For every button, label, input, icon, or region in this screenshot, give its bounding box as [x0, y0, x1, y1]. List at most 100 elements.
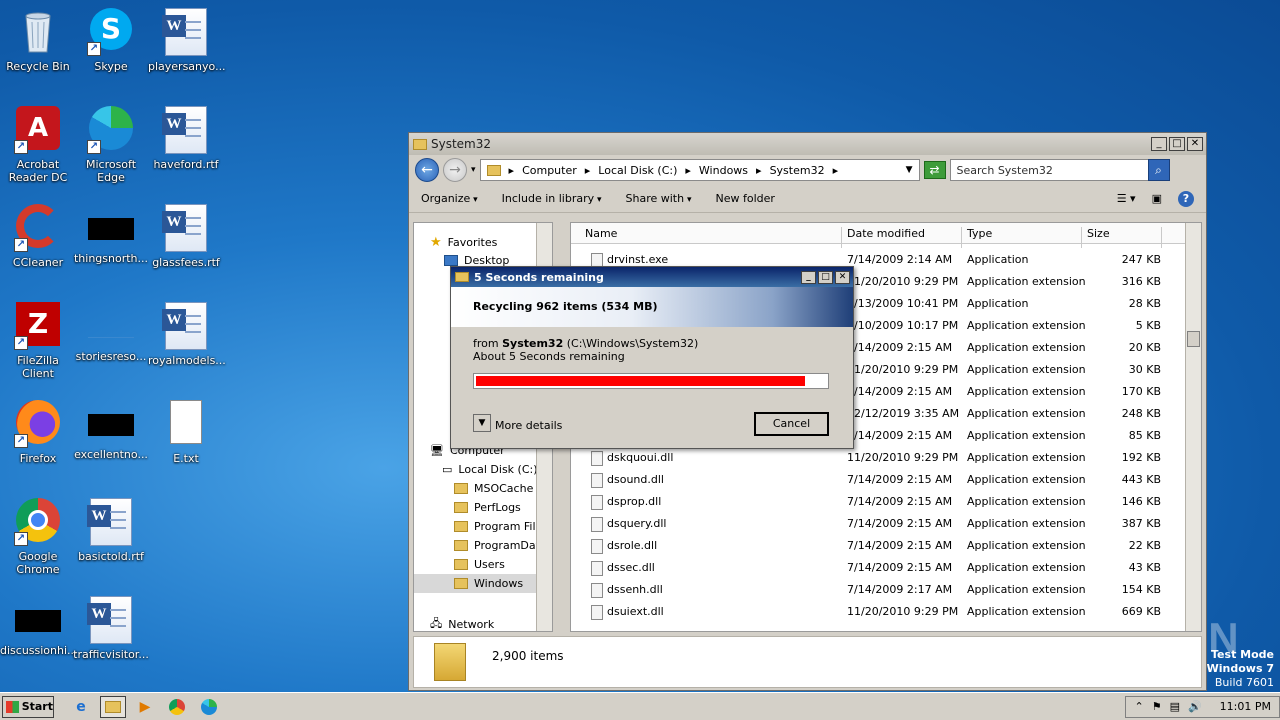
column-type[interactable]: Type — [967, 227, 992, 240]
breadcrumb-local-disk[interactable]: Local Disk (C:) — [598, 164, 677, 177]
trafficvisitor-shortcut[interactable]: W trafficvisitor... — [73, 596, 149, 661]
minimize-button[interactable]: _ — [1151, 137, 1167, 151]
storiesreso-shortcut[interactable]: storiesreso... — [73, 302, 149, 363]
file-scrollbar[interactable] — [1185, 223, 1201, 631]
nav-folder-selected[interactable]: Windows — [414, 574, 538, 593]
breadcrumb-computer[interactable]: Computer — [522, 164, 577, 177]
view-options-icon[interactable]: ☰ ▾ — [1117, 192, 1136, 205]
start-button[interactable]: Start — [2, 695, 54, 718]
search-input[interactable]: Search System32 ⌕ — [949, 159, 1170, 181]
include-in-library-menu[interactable]: Include in library — [502, 192, 602, 205]
excellentno-shortcut[interactable]: excellentno... — [73, 400, 149, 461]
explorer-taskbar-icon[interactable] — [100, 695, 126, 718]
refresh-button[interactable]: ⇄ — [923, 161, 946, 179]
address-dropdown-icon[interactable]: ▼ — [906, 165, 913, 175]
share-with-menu[interactable]: Share with — [626, 192, 692, 205]
action-center-icon[interactable]: ⚑ — [1152, 700, 1162, 713]
recent-pages-icon[interactable]: ▾ — [471, 165, 476, 175]
ccleaner-shortcut[interactable]: ↗ CCleaner — [0, 204, 76, 269]
source-path: (C:\Windows\System32) — [566, 337, 699, 350]
maximize-button[interactable]: □ — [1169, 137, 1185, 151]
nav-folder[interactable]: Program Files — [454, 520, 548, 533]
chevron-right-icon[interactable]: ▸ — [685, 164, 691, 177]
file-row[interactable]: dskquoui.dll 11/20/2010 9:29 PM Applicatio… — [571, 446, 1185, 468]
column-date[interactable]: Date modified — [847, 227, 925, 240]
breadcrumb[interactable]: ▸ Computer ▸ Local Disk (C:) ▸ Windows ▸… — [479, 159, 920, 181]
os-label: Windows 7 — [1206, 662, 1274, 675]
edge-taskbar-icon[interactable] — [196, 696, 222, 718]
file-row[interactable]: dsrole.dll 7/14/2009 2:15 AM Application e… — [571, 534, 1185, 556]
nav-folder[interactable]: Users — [454, 558, 505, 571]
basictold-shortcut[interactable]: W basictold.rtf — [73, 498, 149, 563]
firefox-shortcut[interactable]: ↗ Firefox — [0, 400, 76, 465]
show-hidden-icons[interactable]: ⌃ — [1134, 700, 1143, 713]
nav-favorites[interactable]: ★ Favorites — [430, 235, 497, 250]
breadcrumb-windows[interactable]: Windows — [699, 164, 748, 177]
clock[interactable]: 11:01 PM — [1220, 700, 1271, 713]
minimize-button[interactable]: _ — [801, 270, 816, 284]
edge-shortcut[interactable]: ↗ Microsoft Edge — [73, 106, 149, 184]
file-row[interactable]: dsprop.dll 7/14/2009 2:15 AM Application e… — [571, 490, 1185, 512]
file-date: 6/10/2009 10:17 PM — [847, 319, 959, 332]
scrollbar-thumb[interactable] — [1187, 331, 1200, 347]
icon-label: Google Chrome — [16, 550, 60, 576]
file-type: Application extension — [967, 385, 1086, 398]
media-player-taskbar-icon[interactable]: ▶ — [132, 696, 158, 718]
thingsnorth-shortcut[interactable]: thingsnorth... — [73, 204, 149, 265]
preview-pane-icon[interactable]: ▣ — [1152, 192, 1162, 205]
search-icon[interactable]: ⌕ — [1147, 159, 1170, 181]
chrome-taskbar-icon[interactable] — [164, 696, 190, 718]
filezilla-shortcut[interactable]: Z ↗ FileZilla Client — [0, 302, 76, 380]
star-icon: ★ — [430, 235, 442, 250]
icon-label: Microsoft Edge — [85, 158, 137, 184]
file-row[interactable]: dsound.dll 7/14/2009 2:15 AM Application e… — [571, 468, 1185, 490]
file-type: Application extension — [967, 605, 1086, 618]
file-type: Application extension — [967, 341, 1086, 354]
discussionhi-shortcut[interactable]: discussionhi... — [0, 596, 78, 657]
nav-network[interactable]: 🖧 Network — [430, 615, 494, 634]
dialog-titlebar[interactable]: 5 Seconds remaining _ □ ✕ — [451, 267, 853, 287]
chevron-right-icon[interactable]: ▸ — [756, 164, 762, 177]
playersanyo-shortcut[interactable]: W playersanyo... — [148, 8, 226, 73]
organize-menu[interactable]: Organize — [421, 192, 478, 205]
ie-taskbar-icon[interactable]: e — [68, 696, 94, 718]
breadcrumb-system32[interactable]: System32 — [770, 164, 825, 177]
column-size[interactable]: Size — [1087, 227, 1110, 240]
nav-folder[interactable]: MSOCache — [454, 482, 533, 495]
e-txt-shortcut[interactable]: E.txt — [148, 400, 224, 465]
back-button[interactable]: ← — [415, 158, 439, 182]
glassfees-shortcut[interactable]: W glassfees.rtf — [148, 204, 224, 269]
recycle-bin-shortcut[interactable]: Recycle Bin — [0, 8, 76, 73]
file-row[interactable]: dssec.dll 7/14/2009 2:15 AM Application ex… — [571, 556, 1185, 578]
royalmodels-shortcut[interactable]: W royalmodels... — [148, 302, 226, 367]
chevron-right-icon[interactable]: ▸ — [509, 164, 515, 177]
file-row[interactable]: dssenh.dll 7/14/2009 2:17 AM Application e… — [571, 578, 1185, 600]
file-row[interactable]: dsuiext.dll 11/20/2010 9:29 PM Application… — [571, 600, 1185, 622]
new-folder-button[interactable]: New folder — [715, 192, 774, 205]
explorer-titlebar[interactable]: System32 _ □ ✕ — [409, 133, 1206, 155]
close-button[interactable]: ✕ — [1187, 137, 1203, 151]
file-date: 7/14/2009 2:15 AM — [847, 385, 953, 398]
more-details-label[interactable]: More details — [495, 419, 562, 432]
haveford-shortcut[interactable]: W haveford.rtf — [148, 106, 224, 171]
close-button[interactable]: ✕ — [835, 270, 850, 284]
forward-button[interactable]: → — [443, 158, 467, 182]
source-folder-link[interactable]: System32 — [502, 337, 563, 350]
volume-icon[interactable]: 🔊 — [1188, 700, 1202, 713]
chrome-shortcut[interactable]: ↗ Google Chrome — [0, 498, 76, 576]
file-row[interactable]: dsquery.dll 7/14/2009 2:15 AM Application … — [571, 512, 1185, 534]
column-name[interactable]: Name — [585, 227, 617, 240]
cancel-button[interactable]: Cancel — [754, 412, 829, 436]
acrobat-shortcut[interactable]: A ↗ Acrobat Reader DC — [0, 106, 76, 184]
skype-shortcut[interactable]: S ↗ Skype — [73, 8, 149, 73]
from-prefix: from — [473, 337, 499, 350]
expand-details-button[interactable]: ▼ — [473, 414, 491, 432]
nav-local-disk[interactable]: ▭ Local Disk (C:) — [442, 463, 538, 476]
nav-folder[interactable]: PerfLogs — [454, 501, 521, 514]
help-icon[interactable]: ? — [1178, 190, 1194, 207]
chevron-right-icon[interactable]: ▸ — [585, 164, 591, 177]
network-tray-icon[interactable]: ▤ — [1170, 700, 1180, 713]
chevron-right-icon[interactable]: ▸ — [833, 164, 839, 177]
nav-folder[interactable]: ProgramData — [454, 539, 547, 552]
maximize-button[interactable]: □ — [818, 270, 833, 284]
